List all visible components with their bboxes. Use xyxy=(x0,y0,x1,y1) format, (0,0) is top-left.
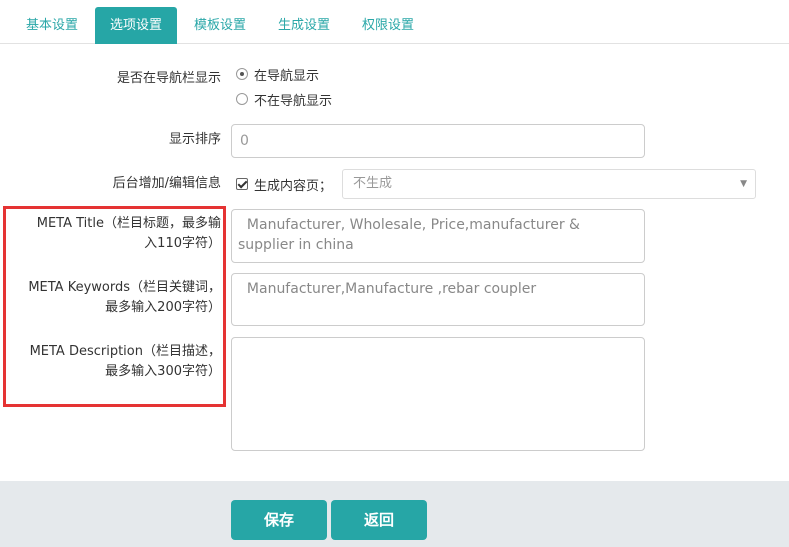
generate-select-value: 不生成 xyxy=(353,176,393,191)
back-button[interactable]: 返回 xyxy=(331,500,427,540)
save-button[interactable]: 保存 xyxy=(231,500,327,540)
nav-display-label: 是否在导航栏显示 xyxy=(116,71,221,86)
meta-title-textarea[interactable] xyxy=(231,209,645,263)
generate-content-checkbox-row[interactable]: 生成内容页； xyxy=(236,175,333,194)
meta-keywords-textarea[interactable] xyxy=(231,273,645,326)
checkbox-checked-icon[interactable] xyxy=(236,178,248,190)
tab-template-settings[interactable]: 模板设置 xyxy=(180,7,260,44)
form-footer: 保存 返回 xyxy=(0,481,789,547)
meta-description-textarea[interactable] xyxy=(231,337,645,451)
generate-select[interactable]: 不生成 ▼ xyxy=(342,169,756,199)
sort-input[interactable] xyxy=(231,124,645,158)
radio-checked-icon[interactable] xyxy=(236,68,248,80)
radio-hide-in-nav-label: 不在导航显示 xyxy=(254,93,333,109)
backend-info-label: 后台增加/编辑信息 xyxy=(112,176,221,191)
generate-content-label: 生成内容页； xyxy=(254,178,333,194)
radio-unchecked-icon[interactable] xyxy=(236,93,248,105)
meta-highlight-box xyxy=(3,206,226,407)
tab-option-settings[interactable]: 选项设置 xyxy=(95,7,177,44)
tab-permission-settings[interactable]: 权限设置 xyxy=(348,7,428,44)
sort-label: 显示排序 xyxy=(168,132,221,147)
tab-bar: 基本设置 选项设置 模板设置 生成设置 权限设置 xyxy=(0,0,789,44)
tab-generate-settings[interactable]: 生成设置 xyxy=(264,7,344,44)
tab-basic-settings[interactable]: 基本设置 xyxy=(12,7,92,44)
radio-show-in-nav[interactable]: 在导航显示 xyxy=(236,64,319,84)
caret-down-icon: ▼ xyxy=(740,179,747,189)
radio-show-in-nav-label: 在导航显示 xyxy=(254,68,320,84)
radio-hide-in-nav[interactable]: 不在导航显示 xyxy=(236,89,332,109)
